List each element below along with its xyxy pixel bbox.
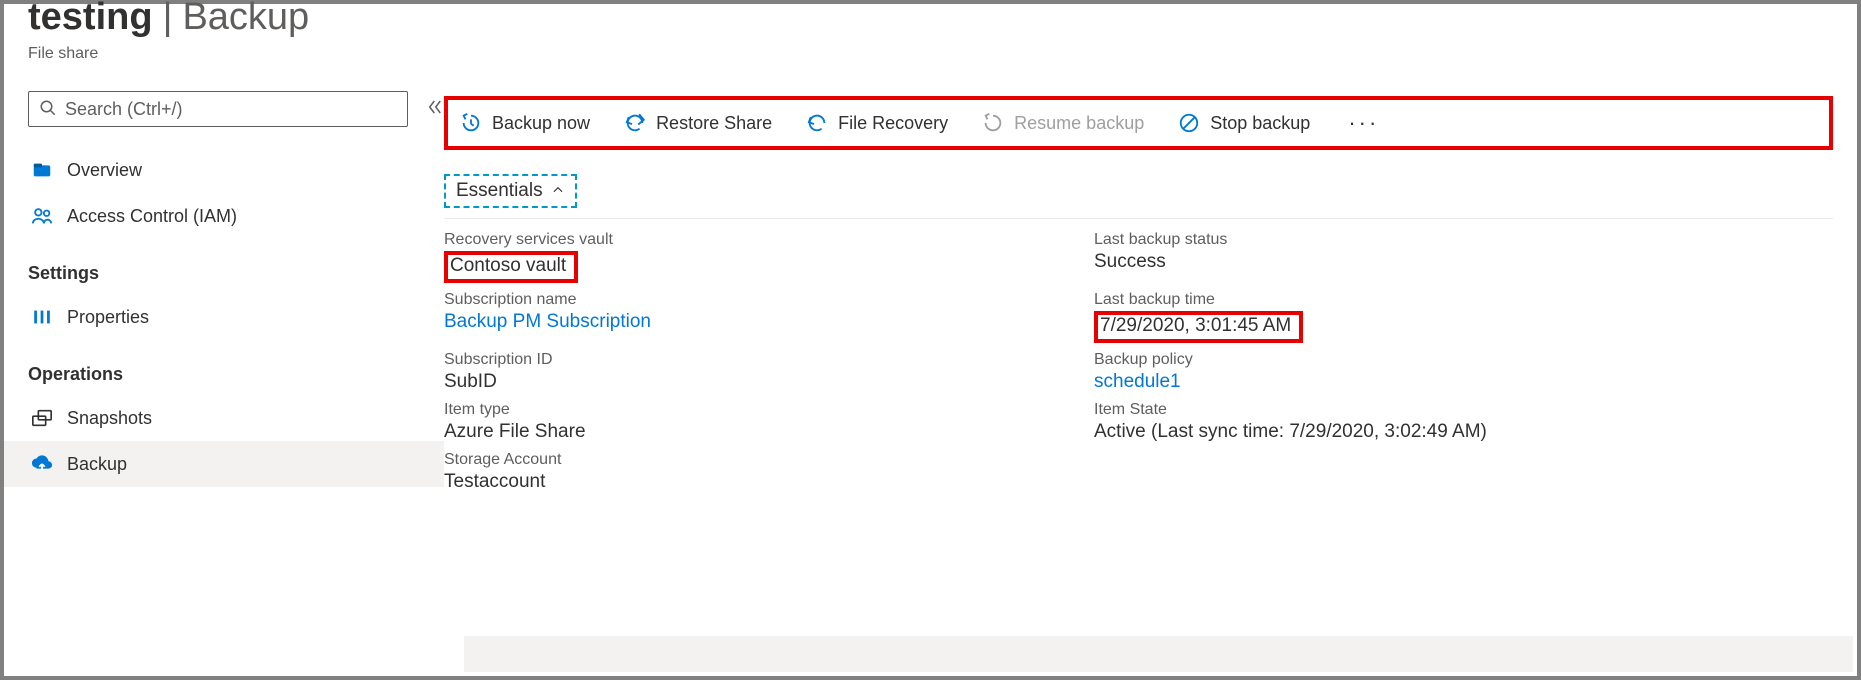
sidebar-item-properties[interactable]: Properties: [4, 294, 444, 340]
file-recovery-icon: [806, 112, 828, 134]
chevron-up-icon: [551, 183, 565, 200]
essentials-label: Essentials: [456, 180, 543, 202]
button-label: File Recovery: [838, 113, 948, 134]
search-icon: [39, 99, 57, 120]
item-state-label: Item State: [1094, 401, 1833, 419]
people-icon: [31, 205, 53, 227]
backup-policy-label: Backup policy: [1094, 351, 1833, 369]
resource-name: testing: [28, 0, 153, 39]
button-label: Stop backup: [1210, 113, 1310, 134]
button-label: Backup now: [492, 113, 590, 134]
stop-backup-button[interactable]: Stop backup: [1176, 108, 1312, 138]
content-footer-shade: [464, 636, 1853, 672]
section-name: Backup: [182, 0, 309, 39]
sidebar-item-overview[interactable]: Overview: [4, 147, 444, 193]
last-backup-status-label: Last backup status: [1094, 231, 1833, 249]
restore-share-button[interactable]: Restore Share: [622, 108, 774, 138]
sidebar-item-snapshots[interactable]: Snapshots: [4, 395, 444, 441]
search-input[interactable]: [65, 99, 397, 120]
last-backup-status-value: Success: [1094, 251, 1833, 273]
file-recovery-button[interactable]: File Recovery: [804, 108, 950, 138]
page-title: testing | Backup: [28, 0, 444, 39]
stop-icon: [1178, 112, 1200, 134]
vault-label: Recovery services vault: [444, 231, 1054, 249]
properties-icon: [31, 306, 53, 328]
sidebar-group-operations: Operations: [28, 364, 444, 385]
storage-account-value: Testaccount: [444, 471, 1054, 493]
last-backup-time-label: Last backup time: [1094, 291, 1833, 309]
sidebar-item-label: Properties: [67, 307, 149, 328]
restore-icon: [624, 112, 646, 134]
backup-policy-link[interactable]: schedule1: [1094, 371, 1833, 393]
more-actions-button[interactable]: ···: [1342, 110, 1385, 136]
sidebar-group-settings: Settings: [28, 263, 444, 284]
backup-now-button[interactable]: Backup now: [458, 108, 592, 138]
item-type-value: Azure File Share: [444, 421, 1054, 443]
sidebar-item-label: Snapshots: [67, 408, 152, 429]
subscription-id-value: SubID: [444, 371, 1054, 393]
snapshot-icon: [31, 407, 53, 429]
sidebar-item-iam[interactable]: Access Control (IAM): [4, 193, 444, 239]
resource-type-subtitle: File share: [28, 45, 444, 63]
last-backup-time-value: 7/29/2020, 3:01:45 AM: [1094, 311, 1303, 343]
search-box[interactable]: [28, 91, 408, 127]
fileshare-icon: [31, 159, 53, 181]
item-type-label: Item type: [444, 401, 1054, 419]
collapse-sidebar-button[interactable]: [426, 98, 444, 121]
essentials-toggle[interactable]: Essentials: [444, 174, 577, 208]
command-bar: Backup now Restore Share File Recovery R…: [444, 96, 1833, 150]
storage-account-label: Storage Account: [444, 451, 1054, 469]
subscription-id-label: Subscription ID: [444, 351, 1054, 369]
vault-value: Contoso vault: [444, 251, 578, 283]
essentials-grid: Recovery services vault Contoso vault La…: [444, 229, 1833, 495]
backup-now-icon: [460, 112, 482, 134]
title-separator: |: [163, 0, 173, 39]
button-label: Resume backup: [1014, 113, 1144, 134]
sidebar-item-label: Overview: [67, 160, 142, 181]
subscription-name-label: Subscription name: [444, 291, 1054, 309]
resume-backup-button: Resume backup: [980, 108, 1146, 138]
item-state-value: Active (Last sync time: 7/29/2020, 3:02:…: [1094, 421, 1833, 443]
sidebar-item-label: Backup: [67, 454, 127, 475]
button-label: Restore Share: [656, 113, 772, 134]
subscription-name-link[interactable]: Backup PM Subscription: [444, 311, 1054, 333]
sidebar-item-backup[interactable]: Backup: [4, 441, 444, 487]
resume-icon: [982, 112, 1004, 134]
backup-icon: [31, 453, 53, 475]
sidebar-item-label: Access Control (IAM): [67, 206, 237, 227]
